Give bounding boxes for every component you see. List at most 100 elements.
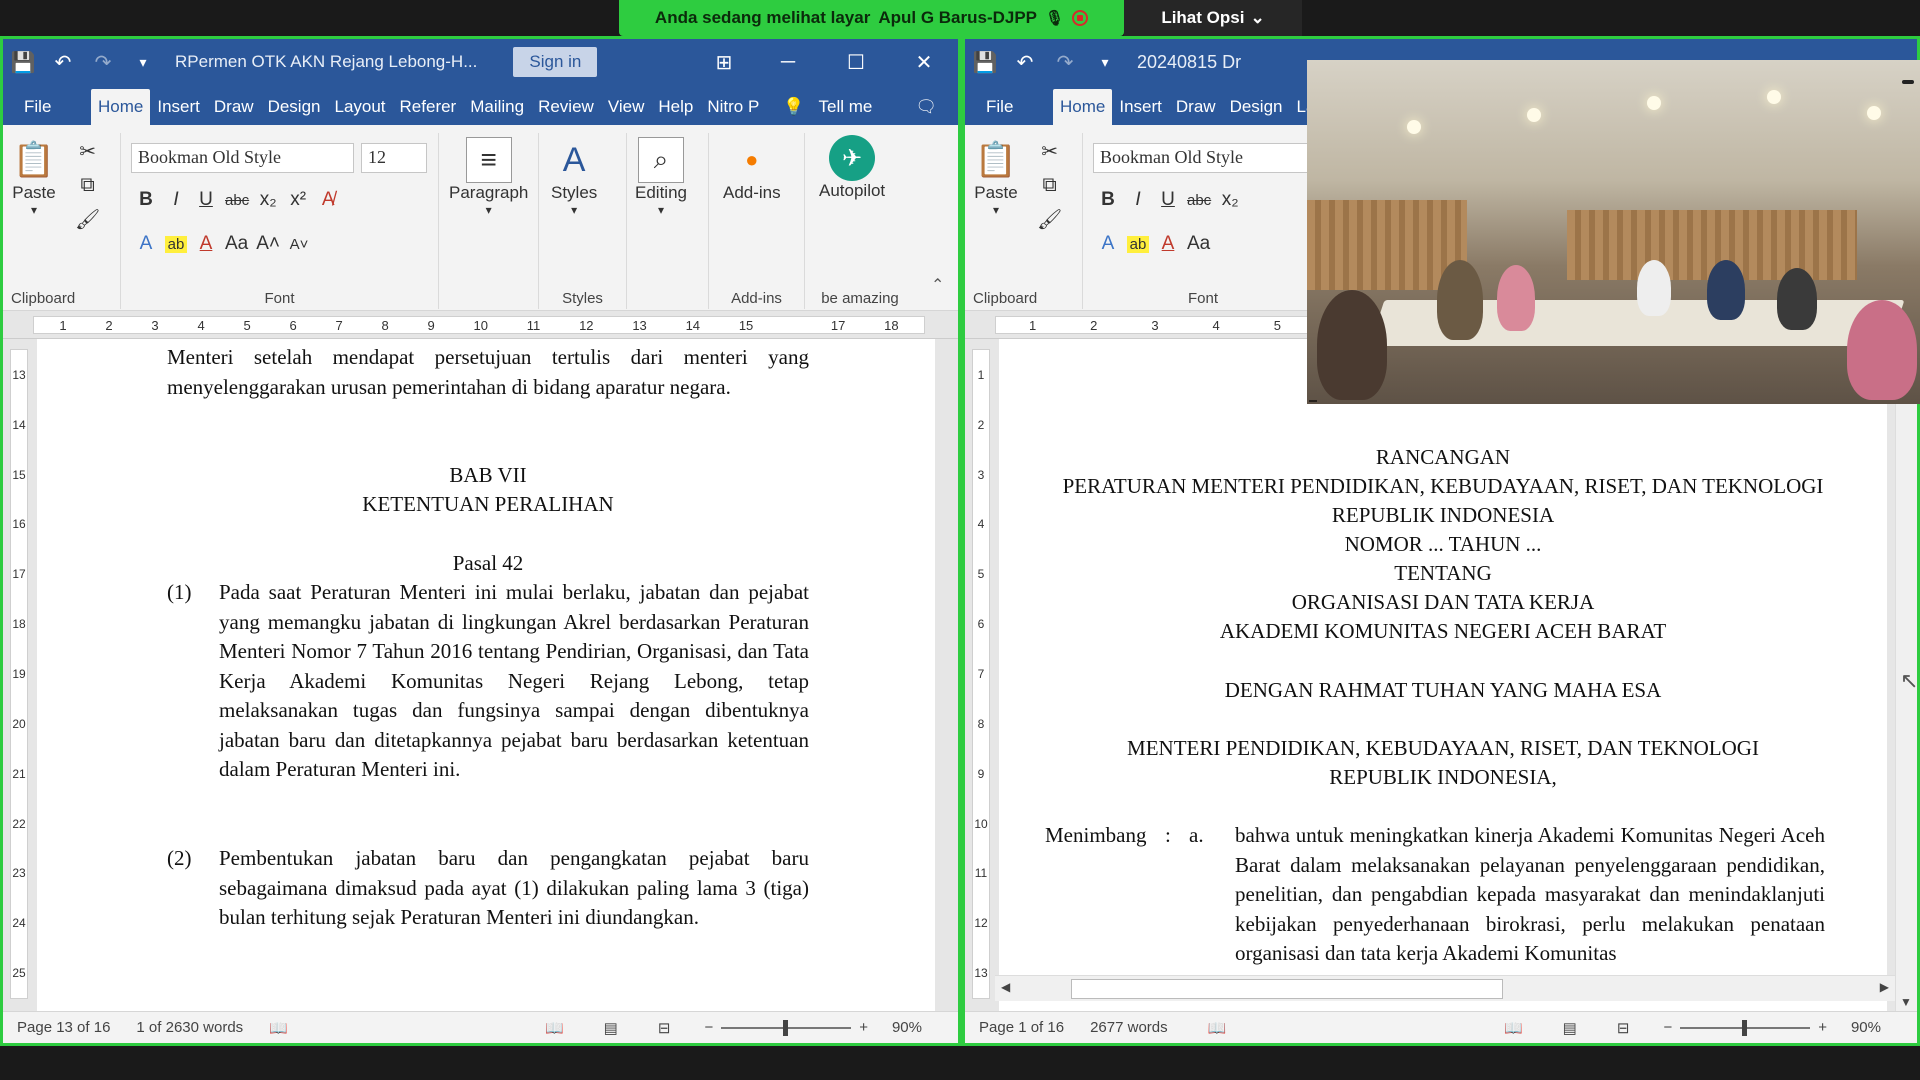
proofing-icon[interactable]: 📖 <box>1208 1019 1227 1037</box>
format-painter-icon[interactable]: 🖌 <box>75 207 100 232</box>
font-color-icon[interactable]: A <box>195 233 217 255</box>
ribbon-display-icon[interactable]: ⊞ <box>689 39 759 85</box>
redo-icon[interactable]: ↷ <box>1045 39 1085 85</box>
strikethrough-icon[interactable]: abc <box>1187 192 1211 209</box>
undo-icon[interactable]: ↶ <box>43 39 83 85</box>
tab-layout[interactable]: Layout <box>327 89 392 125</box>
maximize-icon[interactable]: ☐ <box>821 39 891 85</box>
stop-share-icon[interactable] <box>1072 10 1089 26</box>
participant-video-tile[interactable] <box>1307 60 1920 404</box>
left-document-page[interactable]: Menteri setelah mendapat persetujuan ter… <box>37 339 935 1011</box>
shrink-font-icon[interactable]: A˅ <box>288 236 310 253</box>
zoom-out-icon[interactable]: − <box>704 1019 713 1036</box>
paragraph-button[interactable]: ≡ Paragraph ▾ <box>449 137 528 217</box>
bold-icon[interactable]: B <box>1097 189 1119 211</box>
undo-icon[interactable]: ↶ <box>1005 39 1045 85</box>
collapse-ribbon-icon[interactable]: ⌃ <box>931 275 944 295</box>
cut-icon[interactable]: ✂ <box>1039 139 1061 164</box>
cut-icon[interactable]: ✂ <box>77 139 99 164</box>
tab-insert[interactable]: Insert <box>150 89 207 125</box>
text-effects-icon[interactable]: A <box>135 233 157 255</box>
tab-view[interactable]: View <box>601 89 652 125</box>
tab-draw[interactable]: Draw <box>207 89 261 125</box>
horizontal-scrollbar[interactable]: ◀ ▶ <box>995 975 1895 1001</box>
scroll-thumb[interactable] <box>1071 979 1503 999</box>
zoom-slider[interactable] <box>721 1019 852 1036</box>
format-painter-icon[interactable]: 🖌 <box>1037 207 1062 232</box>
italic-icon[interactable]: I <box>165 189 187 211</box>
paste-button[interactable]: 📋 Paste ▾ <box>11 137 57 217</box>
copy-icon[interactable]: ⧉ <box>1039 174 1061 197</box>
print-layout-icon[interactable]: ▤ <box>1563 1019 1577 1037</box>
zoom-level[interactable]: 90% <box>1851 1019 1881 1036</box>
clear-formatting-icon[interactable]: A̸ <box>317 189 339 211</box>
font-color-icon[interactable]: A <box>1157 233 1179 255</box>
save-icon[interactable]: 💾 <box>965 39 1005 85</box>
proofing-icon[interactable]: 📖 <box>269 1019 288 1037</box>
underline-icon[interactable]: U <box>1157 189 1179 211</box>
underline-icon[interactable]: U <box>195 189 217 211</box>
right-document-page[interactable]: RANCANGAN PERATURAN MENTERI PENDIDIKAN, … <box>999 339 1887 1011</box>
tab-references[interactable]: Referer <box>393 89 464 125</box>
word-count[interactable]: 2677 words <box>1090 1019 1168 1036</box>
scroll-right-icon[interactable]: ▶ <box>1880 980 1889 994</box>
tab-help[interactable]: Help <box>651 89 700 125</box>
editing-button[interactable]: ⌕ Editing ▾ <box>635 137 687 217</box>
scroll-left-icon[interactable]: ◀ <box>1001 980 1010 994</box>
quick-access-dropdown-icon[interactable]: ▾ <box>123 39 163 85</box>
autopilot-button[interactable]: ✈ Autopilot <box>819 135 885 201</box>
tab-insert[interactable]: Insert <box>1112 89 1169 125</box>
tab-mailings[interactable]: Mailing <box>463 89 531 125</box>
comments-icon[interactable]: 🗨 <box>908 89 944 125</box>
tab-draw[interactable]: Draw <box>1169 89 1223 125</box>
bold-icon[interactable]: B <box>135 189 157 211</box>
scroll-down-icon[interactable]: ▼ <box>1900 995 1912 1009</box>
view-options-button[interactable]: Lihat Opsi ⌄ <box>1124 0 1302 36</box>
change-case-icon[interactable]: Aa <box>225 233 248 255</box>
subscript-icon[interactable]: x₂ <box>257 189 279 211</box>
tab-design[interactable]: Design <box>1223 89 1290 125</box>
tab-review[interactable]: Review <box>531 89 601 125</box>
quick-access-dropdown-icon[interactable]: ▾ <box>1085 39 1125 85</box>
read-mode-icon[interactable]: 📖 <box>1504 1019 1523 1037</box>
highlight-icon[interactable]: ab <box>1127 235 1149 253</box>
tab-home[interactable]: Home <box>1053 89 1113 125</box>
font-name-box[interactable]: Bookman Old Style <box>131 143 354 173</box>
strikethrough-icon[interactable]: abc <box>225 192 249 209</box>
superscript-icon[interactable]: x² <box>287 189 309 211</box>
addins-button[interactable]: ● Add-ins <box>723 137 781 203</box>
tab-file[interactable]: File <box>17 89 91 125</box>
change-case-icon[interactable]: Aa <box>1187 233 1210 255</box>
subscript-icon[interactable]: x₂ <box>1219 189 1241 211</box>
text-effects-icon[interactable]: A <box>1097 233 1119 255</box>
word-count[interactable]: 1 of 2630 words <box>136 1019 243 1036</box>
page-count[interactable]: Page 1 of 16 <box>979 1019 1064 1036</box>
tab-design[interactable]: Design <box>261 89 328 125</box>
paste-button[interactable]: 📋 Paste ▾ <box>973 137 1019 217</box>
copy-icon[interactable]: ⧉ <box>77 174 99 197</box>
italic-icon[interactable]: I <box>1127 189 1149 211</box>
zoom-in-icon[interactable]: + <box>1818 1019 1827 1036</box>
font-size-box[interactable]: 12 <box>361 143 427 173</box>
zoom-level[interactable]: 90% <box>892 1019 922 1036</box>
highlight-icon[interactable]: ab <box>165 235 187 253</box>
zoom-in-icon[interactable]: + <box>859 1019 868 1036</box>
sign-in-button[interactable]: Sign in <box>513 47 598 77</box>
tab-nitro[interactable]: Nitro P <box>700 89 766 125</box>
tab-file[interactable]: File <box>979 89 1053 125</box>
redo-icon[interactable]: ↷ <box>83 39 123 85</box>
page-count[interactable]: Page 13 of 16 <box>17 1019 110 1036</box>
close-icon[interactable]: ✕ <box>889 39 958 85</box>
save-icon[interactable]: 💾 <box>3 39 43 85</box>
web-layout-icon[interactable]: ⊟ <box>1617 1019 1630 1037</box>
minimize-icon[interactable]: ─ <box>753 39 823 85</box>
tab-home[interactable]: Home <box>91 89 151 125</box>
zoom-slider[interactable] <box>1680 1019 1811 1036</box>
tell-me-search[interactable]: Tell me <box>811 89 879 125</box>
grow-font-icon[interactable]: A˄ <box>256 233 280 255</box>
print-layout-icon[interactable]: ▤ <box>604 1019 618 1037</box>
font-name-box[interactable]: Bookman Old Style <box>1093 143 1316 173</box>
styles-button[interactable]: A Styles ▾ <box>551 137 597 218</box>
zoom-out-icon[interactable]: − <box>1663 1019 1672 1036</box>
read-mode-icon[interactable]: 📖 <box>545 1019 564 1037</box>
